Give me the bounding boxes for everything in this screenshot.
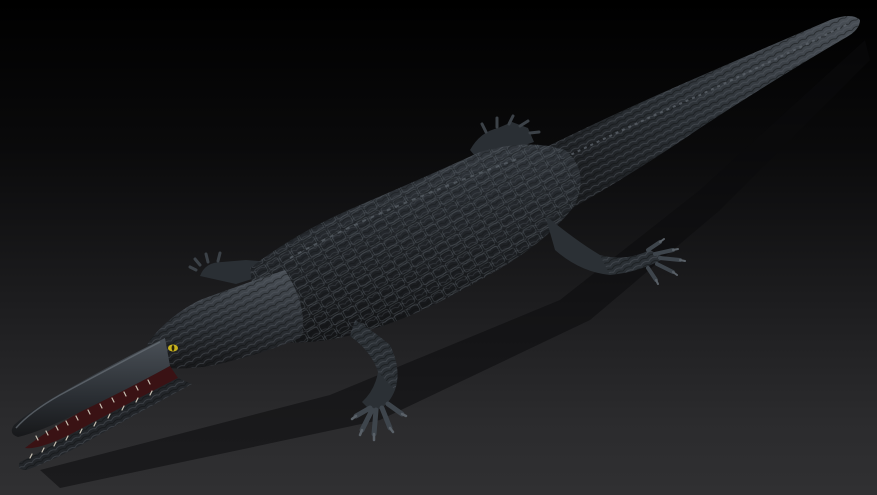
render-viewport: [0, 0, 877, 495]
crocodilian-3d-model-icon: [11, 16, 870, 488]
